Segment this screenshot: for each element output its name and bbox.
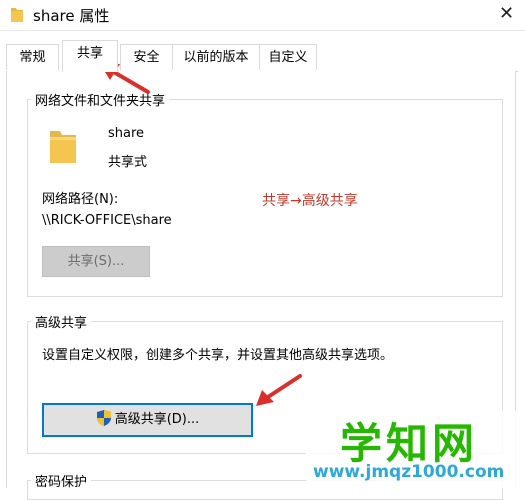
- folder-share-state: 共享式: [108, 155, 148, 170]
- tab-strip: 常规 共享 安全 以前的版本 自定义: [6, 40, 518, 72]
- share-button[interactable]: 共享(S)...: [42, 246, 150, 277]
- window-title: share 属性: [33, 7, 110, 25]
- tab-general[interactable]: 常规: [6, 44, 59, 70]
- folder-name: share: [108, 126, 145, 141]
- folder-icon: [50, 131, 76, 163]
- tab-sharing[interactable]: 共享: [62, 40, 118, 72]
- advanced-sharing-button[interactable]: 高级共享(D)...: [42, 403, 253, 437]
- advanced-sharing-button-label: 高级共享(D)...: [114, 412, 200, 427]
- title-bar: share 属性 ✕: [0, 0, 525, 31]
- network-sharing-title: 网络文件和文件夹共享: [31, 90, 170, 109]
- advanced-sharing-description: 设置自定义权限，创建多个共享，并设置其他高级共享选项。: [42, 348, 394, 363]
- advanced-sharing-title: 高级共享: [31, 312, 92, 331]
- network-path-label: 网络路径(N):: [42, 192, 119, 207]
- close-icon[interactable]: ✕: [499, 3, 514, 24]
- password-title: 密码保护: [31, 471, 92, 490]
- network-path-value: \\RICK-OFFICE\share: [42, 213, 172, 228]
- annotation-text: 共享→高级共享: [262, 193, 358, 209]
- watermark-url: www.jmqz1000.com: [313, 462, 505, 482]
- folder-icon: [11, 8, 23, 22]
- shield-icon: [96, 410, 111, 426]
- tab-previous-versions[interactable]: 以前的版本: [172, 44, 260, 70]
- tab-security[interactable]: 安全: [120, 44, 173, 70]
- tab-customize[interactable]: 自定义: [259, 44, 317, 70]
